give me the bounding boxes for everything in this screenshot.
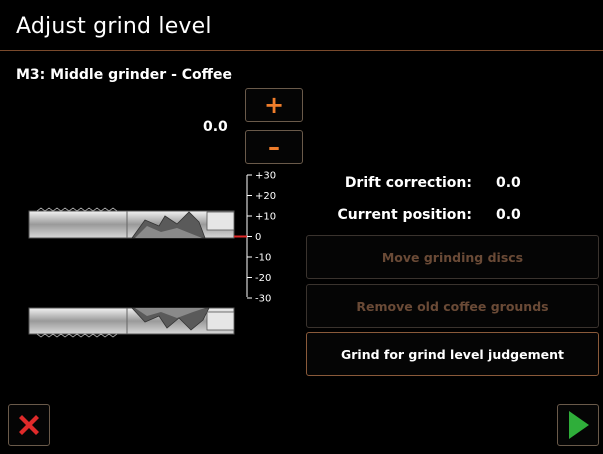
scale-tick-label: +30 bbox=[255, 171, 276, 182]
move-grinding-discs-label: Move grinding discs bbox=[381, 249, 524, 265]
cancel-button[interactable] bbox=[8, 404, 50, 446]
drift-correction-value: 0.0 bbox=[496, 175, 521, 191]
upper-grinding-disc bbox=[28, 207, 235, 239]
increase-button[interactable]: + bbox=[245, 88, 303, 122]
remove-old-grounds-label: Remove old coffee grounds bbox=[356, 298, 549, 314]
grinder-subtitle: M3: Middle grinder - Coffee bbox=[16, 67, 232, 83]
grind-scale: +30 +20 +10 0 -10 -20 -30 bbox=[234, 171, 276, 305]
grinder-disc-diagram: +30 +20 +10 0 -10 -20 -30 bbox=[28, 171, 276, 338]
play-arrow-icon bbox=[569, 411, 589, 439]
grind-level-value: 0.0 bbox=[203, 119, 228, 135]
scale-tick-label: -30 bbox=[255, 294, 271, 305]
page-title: Adjust grind level bbox=[16, 14, 212, 39]
move-grinding-discs-button[interactable]: Move grinding discs bbox=[306, 235, 599, 279]
drift-correction-label: Drift correction: bbox=[344, 175, 472, 191]
next-button[interactable] bbox=[557, 404, 599, 446]
scale-tick-label: -20 bbox=[255, 273, 271, 284]
lower-grinding-disc bbox=[28, 307, 235, 338]
grind-adjust-screen: Adjust grind level M3: Middle grinder - … bbox=[0, 0, 603, 454]
minus-icon: – bbox=[268, 133, 280, 161]
close-x-icon bbox=[19, 415, 39, 435]
decrease-button[interactable]: – bbox=[245, 130, 303, 164]
scale-tick-label: +10 bbox=[255, 212, 276, 223]
current-position-value: 0.0 bbox=[496, 207, 521, 223]
scale-tick-label: -10 bbox=[255, 253, 271, 264]
remove-old-grounds-button[interactable]: Remove old coffee grounds bbox=[306, 284, 599, 328]
scale-tick-label: 0 bbox=[255, 232, 261, 243]
current-position-label: Current position: bbox=[337, 207, 472, 223]
plus-icon: + bbox=[263, 91, 285, 119]
scale-tick-label: +20 bbox=[255, 191, 276, 202]
title-divider bbox=[0, 50, 603, 51]
grind-judgement-button[interactable]: Grind for grind level judgement bbox=[306, 332, 599, 376]
grind-judgement-label: Grind for grind level judgement bbox=[340, 346, 564, 362]
